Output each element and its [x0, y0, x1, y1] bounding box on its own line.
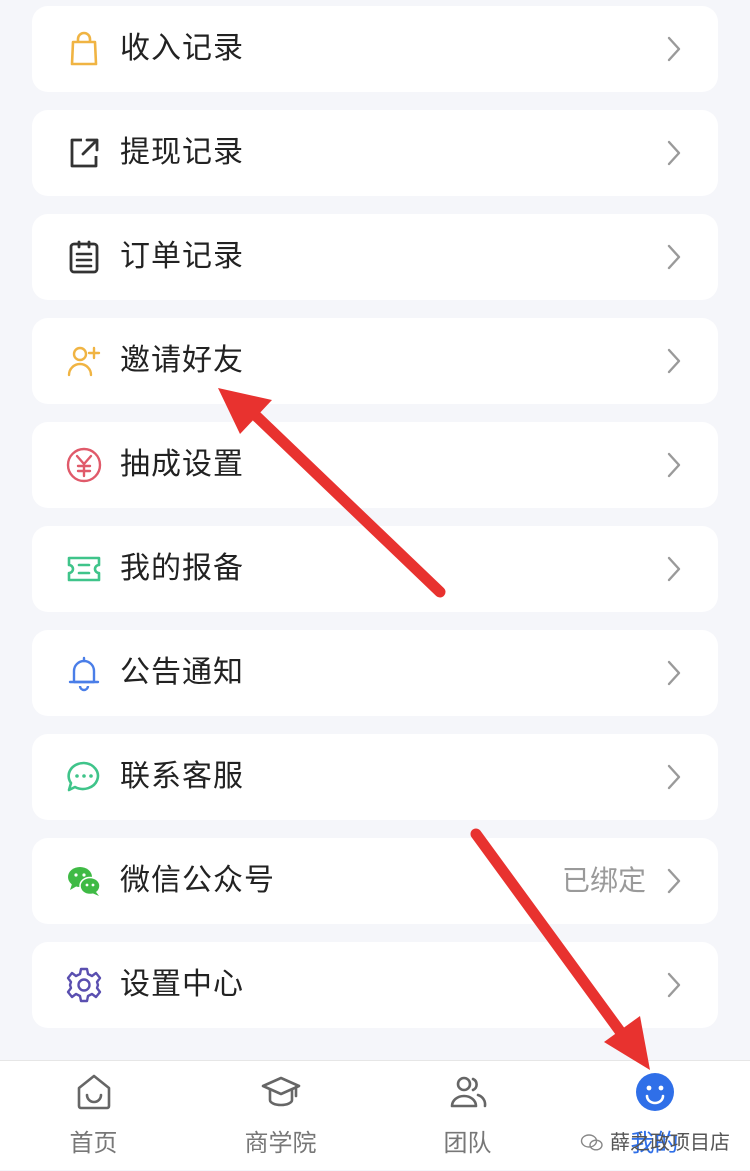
shopping-bag-icon	[65, 30, 103, 68]
add-user-icon	[65, 342, 103, 380]
chevron-right-icon	[664, 762, 684, 792]
menu-item-wechat-official-account[interactable]: 微信公众号 已绑定	[32, 838, 718, 924]
menu-item-label: 提现记录	[120, 135, 244, 170]
yen-circle-icon	[65, 446, 103, 484]
chevron-right-icon	[664, 346, 684, 376]
chevron-right-icon	[664, 34, 684, 64]
menu-item-label: 抽成设置	[120, 447, 244, 482]
menu-item-contact-support[interactable]: 联系客服	[32, 734, 718, 820]
chevron-right-icon	[664, 450, 684, 480]
tab-team[interactable]: 团队	[374, 1061, 561, 1171]
gear-icon	[65, 966, 103, 1004]
watermark-text: 薛之政项目店	[610, 1130, 730, 1154]
chevron-right-icon	[664, 658, 684, 688]
menu-item-withdraw-records[interactable]: 提现记录	[32, 110, 718, 196]
chevron-right-icon	[664, 554, 684, 584]
ticket-icon	[65, 550, 103, 588]
menu-item-settings-center[interactable]: 设置中心	[32, 942, 718, 1028]
chat-bubble-icon	[65, 758, 103, 796]
chevron-right-icon	[664, 242, 684, 272]
menu-item-label: 微信公众号	[120, 863, 275, 898]
tab-label: 首页	[69, 1129, 118, 1157]
external-link-icon	[65, 134, 103, 172]
clipboard-list-icon	[65, 238, 103, 276]
tab-business-school[interactable]: 商学院	[187, 1061, 374, 1171]
menu-item-label: 公告通知	[120, 655, 244, 690]
watermark: 薛之政项目店	[580, 1126, 730, 1155]
menu-item-label: 邀请好友	[120, 343, 244, 378]
graduation-cap-icon	[260, 1071, 302, 1113]
menu-item-label: 我的报备	[120, 551, 244, 586]
menu-item-label: 订单记录	[120, 239, 244, 274]
wechat-watermark-icon	[580, 1132, 604, 1151]
chevron-right-icon	[664, 138, 684, 168]
tab-label: 商学院	[244, 1129, 317, 1157]
menu-item-my-reports[interactable]: 我的报备	[32, 526, 718, 612]
menu-item-label: 联系客服	[120, 759, 244, 794]
bound-status-text: 已绑定	[561, 864, 646, 897]
menu-item-label: 收入记录	[120, 31, 244, 66]
menu-item-invite-friends[interactable]: 邀请好友	[32, 318, 718, 404]
bell-icon	[65, 654, 103, 692]
wechat-icon	[65, 862, 103, 900]
menu-item-commission-settings[interactable]: 抽成设置	[32, 422, 718, 508]
menu-item-order-records[interactable]: 订单记录	[32, 214, 718, 300]
home-icon	[73, 1071, 115, 1113]
menu-item-income-records[interactable]: 收入记录	[32, 6, 718, 92]
chevron-right-icon	[664, 866, 684, 896]
tab-home[interactable]: 首页	[0, 1061, 187, 1171]
menu-item-announcements[interactable]: 公告通知	[32, 630, 718, 716]
menu-item-label: 设置中心	[120, 967, 244, 1002]
tab-label: 团队	[443, 1129, 492, 1157]
smiley-user-icon	[634, 1071, 676, 1113]
chevron-right-icon	[664, 970, 684, 1000]
team-icon	[447, 1071, 489, 1113]
